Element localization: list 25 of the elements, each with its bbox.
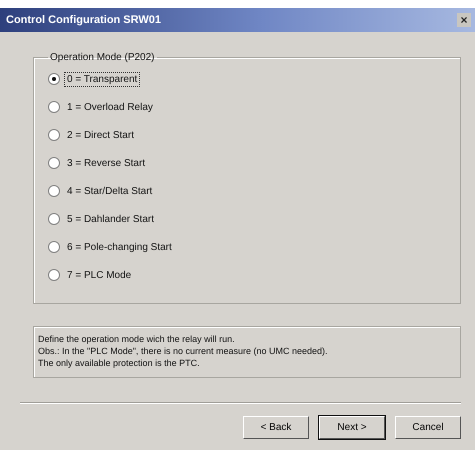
radio-option[interactable]: 2 = Direct Start [48,121,450,149]
radio-button[interactable] [48,129,60,141]
window-title: Control Configuration SRW01 [6,14,162,26]
wizard-button[interactable]: Next > [319,416,385,439]
radio-button[interactable] [48,73,60,85]
radio-option[interactable]: 7 = PLC Mode [48,261,450,289]
radio-option[interactable]: 4 = Star/Delta Start [48,177,450,205]
wizard-button[interactable]: < Back [243,416,309,439]
description-text: Obs.: In the "PLC Mode", there is no current measure (no UMC needed). [38,345,329,357]
radio-option[interactable]: 0 = Transparent [48,65,450,93]
radio-option[interactable]: 3 = Reverse Start [48,149,450,177]
radio-button[interactable] [48,241,60,253]
radio-button[interactable] [48,185,60,197]
description-text: The only available protection is the PTC. [38,357,201,369]
close-button[interactable]: × [457,13,471,27]
radio-option[interactable]: 5 = Dahlander Start [48,205,450,233]
radio-button[interactable] [48,157,60,169]
radio-button[interactable] [48,213,60,225]
radio-button[interactable] [48,101,60,113]
radio-option[interactable]: 6 = Pole-changing Start [48,233,450,261]
radio-button[interactable] [48,269,60,281]
radio-option[interactable]: 1 = Overload Relay [48,93,450,121]
wizard-button[interactable]: Cancel [395,416,461,439]
description-text: Define the operation mode wich the relay will run. [38,333,236,345]
group-title: Operation Mode (P202) [49,52,156,63]
